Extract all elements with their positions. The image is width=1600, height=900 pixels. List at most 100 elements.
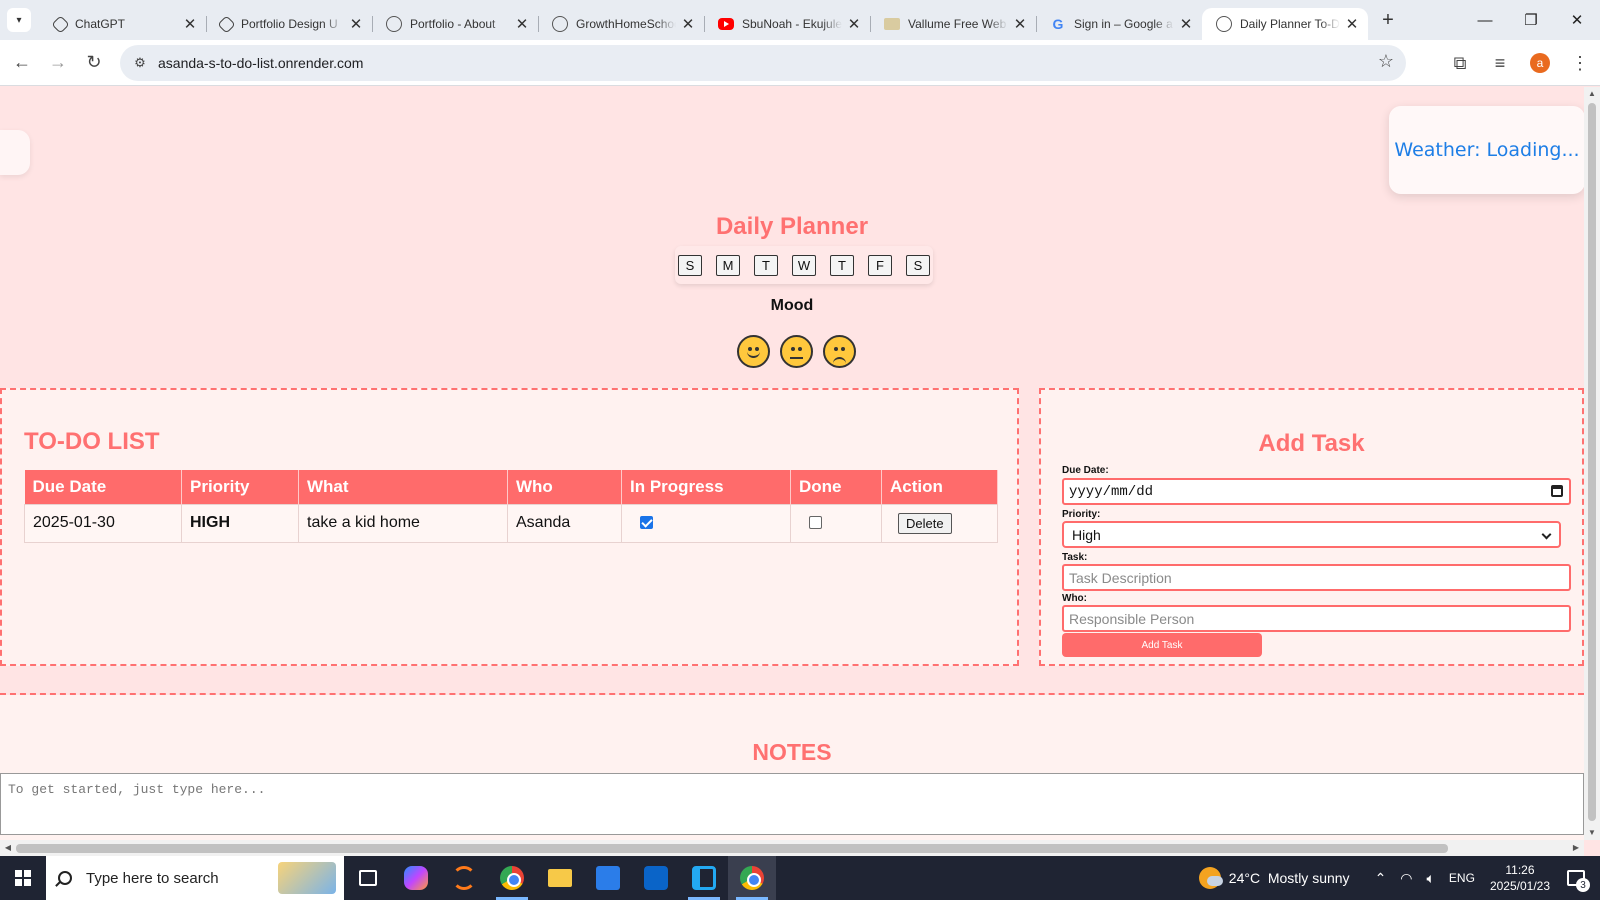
vscode-button[interactable]: [680, 856, 728, 900]
reload-button[interactable]: ↻: [76, 45, 112, 81]
window-controls: — ❐ ✕: [1462, 0, 1600, 40]
column-header: Who: [507, 470, 622, 504]
close-icon[interactable]: ✕: [514, 15, 530, 33]
in-progress-cell: [621, 503, 791, 543]
notes-textarea[interactable]: To get started, just type here...: [0, 773, 1584, 835]
scroll-thumb[interactable]: [1588, 103, 1596, 821]
openai-icon: [217, 14, 236, 34]
taskbar-weather[interactable]: 24°C Mostly sunny: [1198, 867, 1350, 889]
menu-icon[interactable]: ⋮: [1562, 45, 1598, 81]
tab-portfolio-design[interactable]: Portfolio Design U ✕: [206, 8, 372, 40]
vertical-scrollbar[interactable]: ▲ ▼: [1584, 87, 1600, 840]
start-button[interactable]: [0, 856, 46, 900]
task-description-input[interactable]: Task Description: [1062, 564, 1571, 591]
forward-button[interactable]: →: [40, 45, 76, 81]
site-info-icon[interactable]: ⚙: [126, 49, 154, 77]
happy-face-icon[interactable]: [736, 335, 770, 368]
task-cell: take a kid home: [298, 503, 508, 543]
close-icon[interactable]: ✕: [348, 15, 364, 33]
add-task-title: Add Task: [1258, 430, 1365, 457]
due-date-cell: 2025-01-30: [24, 503, 182, 543]
outlook-button[interactable]: [632, 856, 680, 900]
close-icon[interactable]: ✕: [1178, 15, 1194, 33]
tab-google-signin[interactable]: G Sign in – Google a ✕: [1036, 8, 1202, 40]
file-explorer-button[interactable]: [536, 856, 584, 900]
day-button-tuesday[interactable]: T: [754, 254, 778, 276]
priority-select[interactable]: High: [1062, 521, 1561, 548]
tab-title: SbuNoah - Ekujule: [742, 17, 842, 31]
day-button-friday[interactable]: F: [868, 254, 892, 276]
bookmark-star-icon[interactable]: ☆: [1378, 51, 1394, 72]
tab-portfolio-about[interactable]: Portfolio - About ✕: [372, 8, 538, 40]
page-content: Weather: Loading... Daily Planner S M T …: [0, 87, 1584, 840]
neutral-face-icon[interactable]: [779, 335, 813, 368]
side-toggle-tab[interactable]: [0, 130, 30, 175]
calendar-icon[interactable]: [1551, 485, 1563, 497]
scroll-thumb[interactable]: [16, 844, 1448, 853]
who-label: Who:: [1062, 593, 1087, 604]
scroll-up-arrow-icon[interactable]: ▲: [1584, 87, 1600, 101]
close-icon[interactable]: ✕: [1344, 15, 1360, 33]
close-icon[interactable]: ✕: [846, 15, 862, 33]
new-tab-button[interactable]: +: [1374, 6, 1402, 34]
day-button-monday[interactable]: M: [716, 254, 740, 276]
clock[interactable]: 11:26 2025/01/23: [1490, 862, 1550, 894]
chevron-up-icon[interactable]: ⌃: [1375, 870, 1387, 887]
scroll-right-arrow-icon[interactable]: ▶: [1568, 840, 1584, 856]
tab-title: Vallume Free Web: [908, 17, 1007, 31]
due-date-placeholder: yyyy/mm/dd: [1069, 483, 1154, 500]
tab-search-button[interactable]: ▾: [7, 8, 31, 32]
delete-button[interactable]: Delete: [898, 512, 952, 534]
profile-button[interactable]: a: [1522, 45, 1558, 81]
sad-face-icon[interactable]: [822, 335, 856, 368]
tab-vallume[interactable]: Vallume Free Web ✕: [870, 8, 1036, 40]
chevron-down-icon: [1541, 529, 1552, 540]
copilot-button[interactable]: [392, 856, 440, 900]
chrome-active-window-button[interactable]: [728, 856, 776, 900]
globe-icon: [386, 16, 402, 32]
tab-youtube[interactable]: SbuNoah - Ekujule ✕: [704, 8, 870, 40]
add-task-button[interactable]: Add Task: [1062, 633, 1262, 657]
close-icon[interactable]: ✕: [182, 15, 198, 33]
globe-icon: [1216, 16, 1232, 32]
restore-button[interactable]: ❐: [1508, 0, 1554, 40]
tab-chatgpt[interactable]: ChatGPT ✕: [40, 8, 206, 40]
address-bar[interactable]: ⚙ asanda-s-to-do-list.onrender.com ☆: [120, 45, 1406, 81]
todo-table: Due Date Priority What Who In Progress D…: [24, 470, 998, 543]
day-button-saturday[interactable]: S: [906, 254, 930, 276]
chrome-taskbar-button[interactable]: [488, 856, 536, 900]
tab-growthhomeschool[interactable]: GrowthHomeSchoo ✕: [538, 8, 704, 40]
back-button[interactable]: ←: [4, 45, 40, 81]
task-view-button[interactable]: [344, 856, 392, 900]
close-window-button[interactable]: ✕: [1554, 0, 1600, 40]
scroll-left-arrow-icon[interactable]: ◀: [0, 840, 16, 856]
tab-title: GrowthHomeSchoo: [576, 17, 676, 31]
search-placeholder: Type here to search: [86, 869, 219, 887]
close-icon[interactable]: ✕: [1012, 15, 1028, 33]
extensions-icon[interactable]: ⧉: [1442, 45, 1478, 81]
minimize-button[interactable]: —: [1462, 0, 1508, 40]
language-indicator[interactable]: ENG: [1449, 871, 1475, 885]
taskbar-search[interactable]: Type here to search: [46, 856, 344, 900]
column-header: Action: [881, 470, 998, 504]
responsible-person-input[interactable]: Responsible Person: [1062, 605, 1571, 632]
day-button-sunday[interactable]: S: [678, 254, 702, 276]
horizontal-scrollbar[interactable]: ◀ ▶: [0, 840, 1584, 856]
in-progress-checkbox[interactable]: [640, 516, 653, 530]
store-button[interactable]: [584, 856, 632, 900]
jupyter-button[interactable]: [440, 856, 488, 900]
vscode-icon: [692, 866, 716, 890]
close-icon[interactable]: ✕: [680, 15, 696, 33]
volume-icon[interactable]: 🔈︎: [1427, 870, 1435, 887]
day-button-wednesday[interactable]: W: [792, 254, 816, 276]
notification-center-button[interactable]: 3: [1562, 864, 1590, 892]
due-date-input[interactable]: yyyy/mm/dd: [1062, 478, 1571, 505]
tab-daily-planner[interactable]: Daily Planner To-D ✕: [1202, 8, 1368, 40]
wifi-icon[interactable]: ◠: [1400, 870, 1412, 887]
outlook-icon: [644, 866, 668, 890]
done-checkbox[interactable]: [809, 516, 822, 530]
media-controls-icon[interactable]: ≡: [1482, 45, 1518, 81]
day-button-thursday[interactable]: T: [830, 254, 854, 276]
scroll-down-arrow-icon[interactable]: ▼: [1584, 826, 1600, 840]
windows-taskbar: Type here to search 24°C Mostly sunny ⌃ …: [0, 856, 1600, 900]
